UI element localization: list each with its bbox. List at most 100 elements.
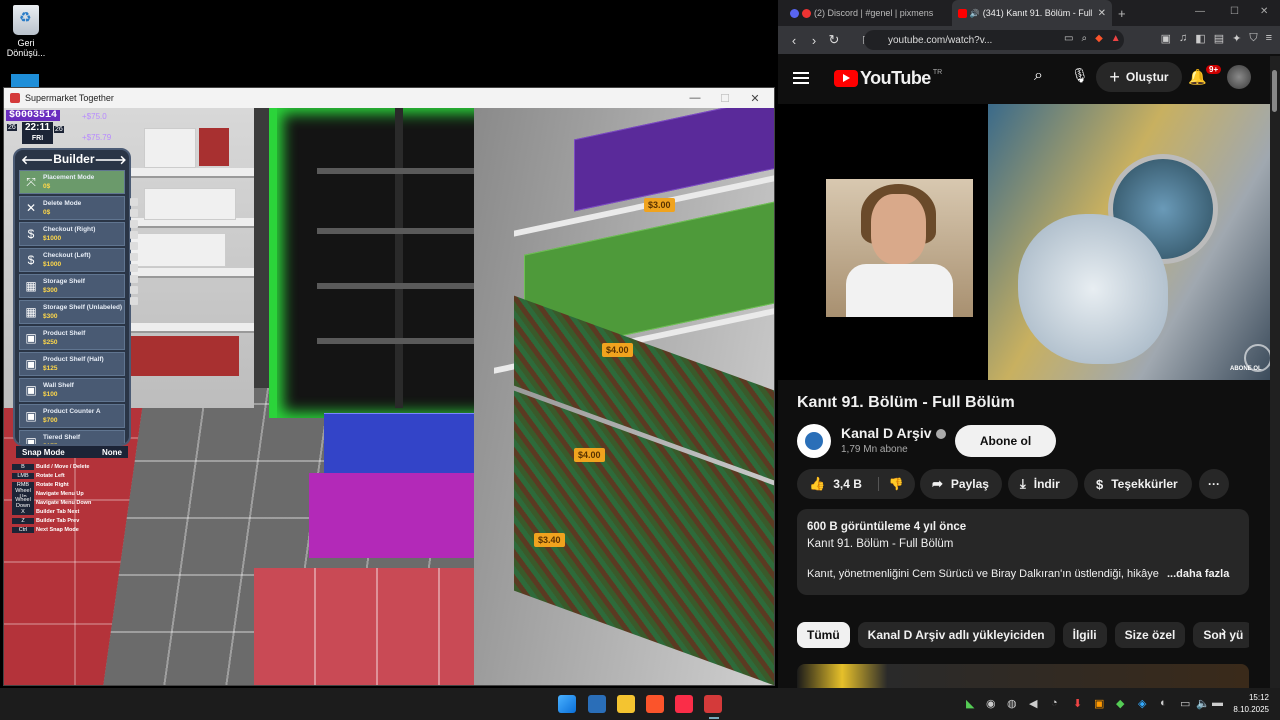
subscribe-button[interactable]: Abone ol	[955, 425, 1056, 457]
create-button[interactable]: + Oluştur	[1096, 62, 1182, 92]
youtube-logo[interactable]: YouTube TR	[834, 68, 942, 89]
description-box[interactable]: 600 B görüntüleme 4 yıl önce Kanıt 91. B…	[797, 509, 1249, 595]
snap-mode-bar[interactable]: Snap Mode None	[16, 446, 128, 458]
builder-item[interactable]: $ Checkout (Right) $1000	[19, 222, 125, 246]
search-icon[interactable]: ⌕	[1034, 67, 1043, 85]
tool-icon[interactable]	[130, 275, 138, 283]
tool-icon[interactable]	[130, 297, 138, 305]
maximize-button[interactable]: ☐	[710, 88, 740, 108]
bell-icon[interactable]: 🔔	[1188, 68, 1207, 86]
browser-minimize-button[interactable]: —	[1195, 6, 1205, 17]
filter-chip[interactable]: Size özel	[1114, 622, 1186, 648]
supermarket-together-icon[interactable]	[704, 695, 722, 713]
brave-icon[interactable]	[646, 695, 664, 713]
menu-icon[interactable]: ≡	[1266, 32, 1272, 45]
builder-item[interactable]: ✕ Delete Mode 0$	[19, 196, 125, 220]
chevron-right-icon[interactable]: ›	[1221, 623, 1226, 641]
builder-item[interactable]: ▦ Storage Shelf $300	[19, 274, 125, 298]
file-explorer-icon[interactable]	[617, 695, 635, 713]
tool-icon[interactable]	[130, 264, 138, 272]
tray-icon[interactable]: ◉	[986, 697, 996, 710]
nvidia-tray-icon[interactable]: ◣	[966, 697, 974, 710]
video-player[interactable]: ABONE OL	[778, 104, 1272, 380]
volume-icon[interactable]: 🔈	[1196, 697, 1210, 710]
more-actions-button[interactable]: ···	[1199, 469, 1229, 499]
tool-icon[interactable]	[130, 242, 138, 250]
browser-maximize-button[interactable]: ☐	[1230, 6, 1239, 17]
forward-icon[interactable]: ›	[804, 33, 824, 48]
next-video-thumbnail[interactable]	[797, 664, 1249, 688]
zoom-icon[interactable]: ⌕	[1081, 33, 1087, 44]
builder-next-tab-icon[interactable]: 🡒	[95, 152, 127, 167]
filter-chip[interactable]: Tümü	[797, 622, 850, 648]
hamburger-menu-icon[interactable]	[793, 69, 809, 87]
back-icon[interactable]: ‹	[784, 33, 804, 48]
like-count[interactable]: 3,4 B	[833, 477, 862, 491]
builder-item[interactable]: ▣ Wall Shelf $100	[19, 378, 125, 402]
start-icon[interactable]	[558, 695, 576, 713]
builder-item[interactable]: ▣ Product Shelf (Half) $125	[19, 352, 125, 376]
brave-rewards-icon[interactable]: ▲	[1111, 33, 1121, 44]
channel-avatar[interactable]	[797, 424, 831, 458]
game-window-titlebar[interactable]: Supermarket Together — ☐ ✕	[4, 88, 774, 108]
tray-icon[interactable]: ◆	[1116, 697, 1124, 710]
tray-icon[interactable]: ⬇	[1073, 697, 1082, 710]
minimize-button[interactable]: —	[680, 88, 710, 108]
like-icon[interactable]: 👍	[809, 476, 825, 492]
tab-discord[interactable]: (2) Discord | #genel | pixmens	[784, 0, 952, 26]
battery-icon[interactable]: ▬	[1212, 697, 1223, 709]
vpn-icon[interactable]: ⛉	[1249, 32, 1257, 45]
builder-prev-tab-icon[interactable]: 🡐	[21, 152, 53, 167]
tab-youtube[interactable]: 🔊 (341) Kanıt 91. Bölüm - Full B... ✕	[952, 0, 1112, 26]
browser-close-button[interactable]: ✕	[1260, 6, 1268, 17]
sidebar-icon[interactable]: ▣	[1161, 32, 1171, 45]
filter-chip[interactable]: İlgili	[1062, 622, 1107, 648]
tool-icon[interactable]	[130, 220, 138, 228]
builder-item[interactable]: ▦ Storage Shelf (Unlabeled) $300	[19, 300, 125, 324]
reload-icon[interactable]: ↻	[824, 32, 844, 48]
builder-item[interactable]: ⤧ Placement Mode 0$	[19, 170, 125, 194]
tray-icon[interactable]: ◈	[1138, 697, 1146, 710]
scrollbar-thumb[interactable]	[1272, 70, 1277, 112]
leo-icon[interactable]: ✦	[1232, 32, 1241, 45]
tray-icon[interactable]: ◐	[1160, 697, 1167, 709]
game-viewport[interactable]: $3.00 $4.00 $4.00 $3.40 $0003514 +$75.0 …	[4, 108, 774, 685]
share-button[interactable]: ➦ Paylaş	[920, 469, 1002, 499]
brave-shield-icon[interactable]: ◆	[1095, 33, 1103, 44]
widgets-icon[interactable]	[588, 695, 606, 713]
avatar[interactable]	[1227, 65, 1251, 89]
close-button[interactable]: ✕	[740, 88, 770, 108]
page-scrollbar[interactable]	[1270, 56, 1280, 688]
dislike-icon[interactable]: 👎	[877, 477, 904, 491]
filter-chip[interactable]: Kanal D Arşiv adlı yükleyiciden	[857, 622, 1055, 648]
channel-name[interactable]: Kanal D Arşiv	[841, 425, 946, 441]
builder-item[interactable]: ▣ Product Shelf $250	[19, 326, 125, 350]
audio-icon[interactable]: 🔊	[970, 9, 980, 18]
builder-item[interactable]: ▣Tiered Shelf$175	[19, 430, 125, 444]
steam-tray-icon[interactable]: ◍	[1007, 697, 1017, 710]
cast-icon[interactable]: ▭	[1064, 33, 1073, 44]
music-app-icon[interactable]	[675, 695, 693, 713]
wallet-icon[interactable]: ▤	[1214, 32, 1224, 45]
show-more-link[interactable]: ...daha fazla	[1167, 568, 1229, 580]
thanks-button[interactable]: $ Teşekkürler	[1084, 469, 1192, 499]
tool-icon[interactable]	[130, 198, 138, 206]
download-button[interactable]: ⤓ İndir	[1008, 469, 1078, 499]
tray-icon[interactable]: ◀	[1029, 697, 1037, 710]
tray-icon[interactable]: ▣	[1094, 697, 1104, 710]
new-tab-button[interactable]: +	[1118, 6, 1126, 21]
recycle-bin-shortcut[interactable]: Geri Dönüşü...	[6, 5, 46, 58]
builder-item[interactable]: $ Checkout (Left) $1000	[19, 248, 125, 272]
panel-icon[interactable]: ◧	[1195, 32, 1205, 45]
tray-icon[interactable]: ◔	[1051, 697, 1058, 709]
music-icon[interactable]: ♫	[1179, 32, 1187, 45]
network-icon[interactable]: ▭	[1180, 697, 1190, 710]
tool-icon[interactable]	[130, 286, 138, 294]
mic-icon[interactable]: 🎙	[1071, 67, 1089, 84]
desktop-shortcut-icon[interactable]	[11, 74, 39, 88]
builder-item[interactable]: ▣ Product Counter A $700	[19, 404, 125, 428]
tool-icon[interactable]	[130, 231, 138, 239]
close-tab-icon[interactable]: ✕	[1092, 8, 1106, 19]
tool-icon[interactable]	[130, 209, 138, 217]
tool-icon[interactable]	[130, 253, 138, 261]
